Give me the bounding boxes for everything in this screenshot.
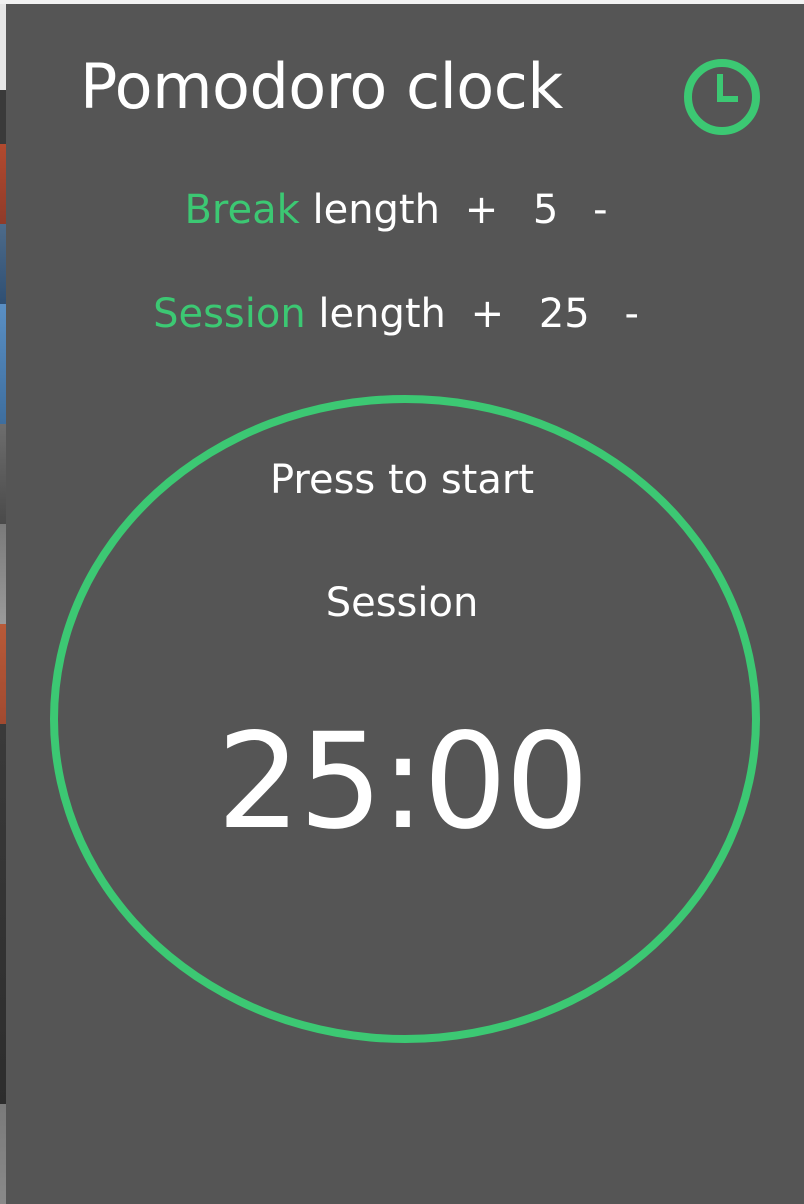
break-length-value: 5 [532,187,559,233]
session-label-accent: Session [153,291,306,337]
session-length-value: 25 [538,291,590,337]
timer-display: 25:00 [216,705,589,859]
break-label-rest: length [312,187,440,233]
break-label-accent: Break [184,187,300,233]
page-title: Pomodoro clock [80,50,563,123]
timer-mode-label: Session [325,580,479,626]
session-decrement-button[interactable]: - [624,294,638,334]
timer-prompt: Press to start [269,457,535,503]
window-top-edge [0,0,804,4]
session-increment-button[interactable]: + [471,294,505,334]
break-length-row: Break length + 5 - [0,190,804,230]
pomodoro-app: Pomodoro clock Break length + 5 - Sessio… [0,0,804,1204]
session-length-row: Session length + 25 - [0,294,804,334]
break-increment-button[interactable]: + [465,190,499,230]
clock-icon [684,59,760,135]
session-label-rest: length [318,291,446,337]
break-decrement-button[interactable]: - [593,190,607,230]
